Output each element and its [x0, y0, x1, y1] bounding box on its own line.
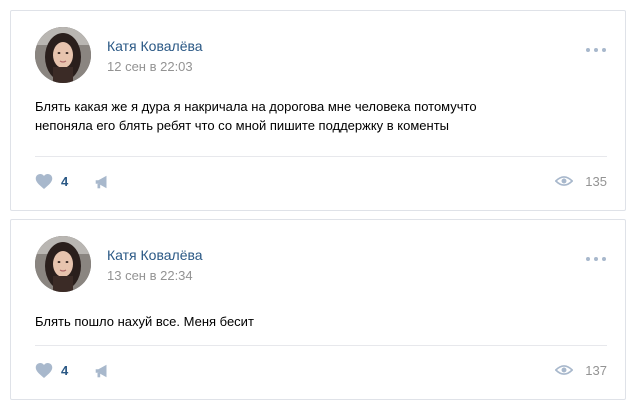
more-horizontal-icon[interactable]: [585, 250, 607, 261]
view-count: 137: [585, 363, 607, 378]
megaphone-icon[interactable]: [93, 362, 111, 380]
divider: [35, 345, 607, 346]
more-horizontal-icon[interactable]: [585, 41, 607, 52]
like-count[interactable]: 4: [61, 363, 68, 378]
avatar[interactable]: [35, 236, 91, 292]
heart-icon[interactable]: [35, 362, 53, 379]
eye-icon: [554, 173, 574, 189]
post-date[interactable]: 13 сен в 22:34: [107, 268, 193, 283]
wall-post: Катя Ковалёва 12 сен в 22:03 Блять какая…: [10, 10, 626, 211]
post-text: Блять пошло нахуй все. Меня бесит: [35, 314, 254, 329]
author-name[interactable]: Катя Ковалёва: [107, 247, 203, 263]
post-actions: 4 137: [35, 360, 607, 384]
post-text: Блять какая же я дура я накричала на дор…: [35, 99, 477, 133]
eye-icon: [554, 362, 574, 378]
like-count[interactable]: 4: [61, 174, 68, 189]
post-actions: 4 135: [35, 171, 607, 195]
author-name[interactable]: Катя Ковалёва: [107, 38, 203, 54]
post-date[interactable]: 12 сен в 22:03: [107, 59, 193, 74]
view-count: 135: [585, 174, 607, 189]
heart-icon[interactable]: [35, 173, 53, 190]
megaphone-icon[interactable]: [93, 173, 111, 191]
divider: [35, 156, 607, 157]
avatar[interactable]: [35, 27, 91, 83]
wall-post: Катя Ковалёва 13 сен в 22:34 Блять пошло…: [10, 219, 626, 400]
